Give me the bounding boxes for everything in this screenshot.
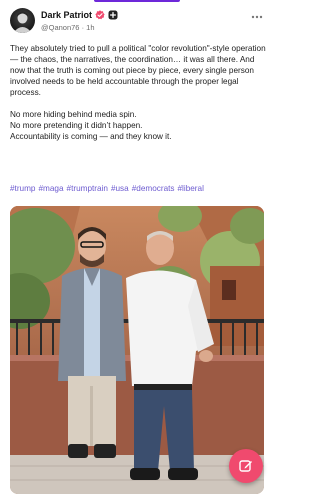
meta-separator: · [81,23,85,32]
hashtag-link[interactable]: #maga [38,184,63,193]
author-handle[interactable]: @Qanon76 [41,23,79,32]
avatar[interactable] [10,8,35,33]
hashtag-link[interactable]: #trumptrain [67,184,108,193]
photo-image [10,206,264,494]
author-meta: @Qanon76 · 1h [41,23,118,32]
hashtag-link[interactable]: #trump [10,184,35,193]
post-header: Dark Patriot @Qanon76 · 1h [10,8,264,34]
avatar-image [13,11,32,33]
more-horizontal-icon[interactable] [250,10,264,24]
post-body: They absolutely tried to pull a politica… [10,43,266,142]
hashtag-link[interactable]: #democrats [132,184,175,193]
verified-badge-icon [95,9,105,19]
post-paragraph: No more hiding behind media spin. No mor… [10,110,172,141]
post-paragraph: They absolutely tried to pull a politica… [10,44,266,97]
compose-pencil-icon[interactable] [229,449,263,483]
author-name[interactable]: Dark Patriot [41,10,92,20]
hashtag-link[interactable]: #liberal [178,184,204,193]
post-time: 1h [86,23,95,32]
add-badge-icon[interactable] [108,10,118,20]
hashtag-list: #trump #maga #trumptrain #usa #democrats #lib… [10,183,266,194]
top-tab-indicator [94,0,180,2]
hashtag-link[interactable]: #usa [111,184,129,193]
post-photo[interactable] [10,206,264,494]
